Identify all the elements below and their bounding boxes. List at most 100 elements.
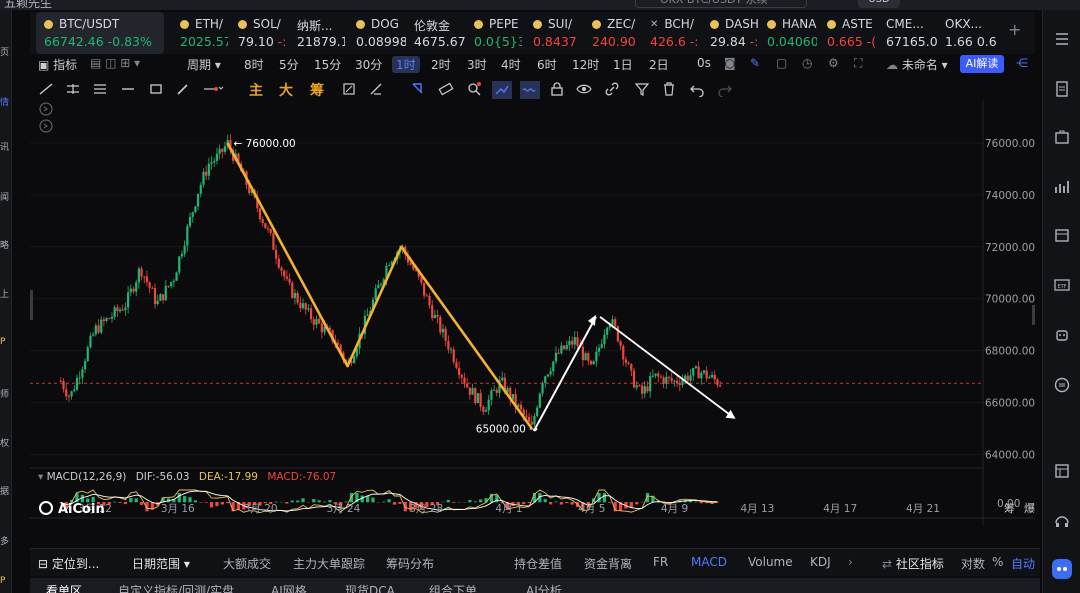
ticker-item[interactable]: ✕ BCH/426.6 -:	[650, 12, 698, 54]
price-chart[interactable]: ← 76000.00 65000.00 → 76000.00 74000.00 720…	[30, 100, 1035, 525]
left-nav-item[interactable]: P	[0, 576, 12, 586]
left-nav-item[interactable]: 据	[0, 484, 12, 497]
share-icon[interactable]: ⋲	[1016, 56, 1028, 70]
exchange-icon[interactable]	[1053, 376, 1071, 394]
left-nav-item[interactable]: 上	[0, 287, 12, 300]
indicator-tab[interactable]: 主力大单跟踪	[293, 555, 365, 572]
indicator-tab[interactable]: 大额成交	[223, 555, 271, 572]
log-scale-toggle[interactable]: 对数	[961, 555, 985, 572]
growth-chart-icon[interactable]	[1053, 178, 1071, 196]
brush-icon[interactable]	[175, 81, 191, 97]
zoom-icon[interactable]	[466, 81, 482, 97]
currency-select[interactable]: USD	[858, 0, 900, 8]
interval-12h[interactable]: 12时	[572, 56, 599, 73]
ticker-item[interactable]: ETH/2025.57	[180, 12, 228, 54]
tab-combo-order[interactable]: 组合下单	[429, 582, 477, 593]
ray-icon[interactable]	[120, 81, 136, 97]
comment-icon[interactable]: ▢	[776, 56, 787, 70]
seconds-toggle[interactable]: 0s	[697, 56, 711, 70]
main-force-button[interactable]: 主	[249, 80, 263, 100]
ticker-item[interactable]: PEPE0.0{5}33	[474, 12, 522, 54]
cycle-icon[interactable]	[341, 81, 357, 97]
layout-name-button[interactable]: ☁ 未命名 ▾	[886, 56, 948, 73]
indicator-tab[interactable]: 筹码分布	[386, 555, 434, 572]
ticker-item[interactable]: BTC/USDT 66742.46 -0.83%	[36, 12, 164, 54]
large-order-button[interactable]: 大	[279, 80, 293, 100]
ticker-item[interactable]: ZEC/240.90	[592, 12, 640, 54]
tab-order-view[interactable]: 看单区	[46, 582, 82, 593]
trash-icon[interactable]	[661, 81, 677, 97]
community-indicator-button[interactable]: ⇄ 社区指标	[882, 555, 944, 572]
left-nav-item[interactable]: 权	[0, 436, 12, 449]
robot-icon[interactable]	[1053, 326, 1071, 344]
assistant-icon[interactable]	[1051, 558, 1073, 580]
rectangle-icon[interactable]	[148, 81, 164, 97]
chevron-right-icon[interactable]: ›	[848, 555, 853, 569]
ticker-item[interactable]: 纳斯... 21879.1	[297, 12, 345, 54]
interval-2h[interactable]: 2时	[431, 56, 451, 73]
tab-custom-indicator[interactable]: 自定义指标/回测/实盘	[118, 582, 234, 593]
interval-3h[interactable]: 3时	[467, 56, 487, 73]
indicator-button[interactable]: ▣ 指标	[38, 56, 77, 73]
left-nav-item[interactable]: 闻	[0, 190, 12, 203]
hline-icon[interactable]	[65, 81, 81, 97]
layout-icon[interactable]	[1053, 462, 1071, 480]
ticker-item[interactable]: SUI/0.8437	[533, 12, 579, 54]
interval-6h[interactable]: 6时	[537, 56, 557, 73]
indicator-tab[interactable]: FR	[653, 555, 668, 569]
tab-spot-dca[interactable]: 现货DCA	[345, 582, 395, 593]
trendline-icon[interactable]	[38, 81, 54, 97]
ruler-icon[interactable]	[438, 81, 454, 97]
auto-scale-toggle[interactable]: 自动	[1011, 555, 1035, 572]
interval-30m[interactable]: 30分	[355, 56, 382, 73]
period-button[interactable]: 周期 ▾	[187, 56, 221, 73]
camera-icon[interactable]: ◙	[724, 56, 736, 70]
interval-1h[interactable]: 1时	[392, 56, 420, 73]
chips-button[interactable]: 筹	[310, 80, 324, 100]
interval-4h[interactable]: 4时	[501, 56, 521, 73]
tab-ai-analysis[interactable]: AI分析	[526, 582, 562, 593]
interval-8h[interactable]: 8时	[244, 56, 264, 73]
ticker-item[interactable]: OKX... 1.66 0.6	[945, 12, 1005, 54]
indicator-tab[interactable]: Volume	[748, 555, 793, 569]
briefcase-icon[interactable]	[1053, 128, 1071, 146]
list-icon[interactable]	[1053, 30, 1071, 48]
filter-icon[interactable]	[634, 81, 650, 97]
calendar-icon[interactable]	[1053, 226, 1071, 244]
interval-5m[interactable]: 5分	[279, 56, 299, 73]
magnet-draw-icon[interactable]	[492, 81, 512, 99]
left-nav-item[interactable]: 情	[0, 95, 12, 108]
pen-icon[interactable]: ✎	[750, 56, 760, 70]
indicator-tab[interactable]: 资金背离	[584, 555, 632, 572]
percent-toggle[interactable]: %	[992, 555, 1003, 569]
link-icon[interactable]	[604, 81, 620, 97]
interval-2d[interactable]: 2日	[649, 56, 669, 73]
left-scroll-handle[interactable]	[30, 290, 33, 320]
eye-icon[interactable]	[576, 81, 592, 97]
left-nav-item[interactable]: 讯	[0, 140, 12, 153]
locate-button[interactable]: ⊟ 定位到...	[38, 555, 99, 572]
indicator-tab[interactable]: KDJ	[810, 555, 831, 569]
document-icon[interactable]	[1053, 80, 1071, 98]
left-nav-item[interactable]: P	[0, 337, 12, 347]
settings-icon[interactable]: ⚙	[828, 56, 839, 70]
toolbar-icons[interactable]: ▤ ◫ ⊞ ▾	[90, 56, 140, 70]
timer-icon[interactable]: ◷	[802, 56, 812, 70]
undo-icon[interactable]	[689, 81, 705, 97]
indicator-tab[interactable]: 持仓差值	[514, 555, 562, 572]
ticker-item[interactable]: ASTE0.665 -(	[827, 12, 875, 54]
select-cursor-icon[interactable]	[410, 81, 426, 97]
interval-15m[interactable]: 15分	[314, 56, 341, 73]
channel-icon[interactable]	[92, 81, 108, 97]
ticker-item[interactable]: 伦敦金 4675.67	[414, 12, 469, 54]
right-scroll-handle[interactable]	[1032, 305, 1035, 325]
ticker-item[interactable]: SOL/79.10 -:	[238, 12, 290, 54]
left-nav-item[interactable]: 页	[0, 45, 12, 58]
date-range-button[interactable]: 日期范围 ▾	[132, 555, 190, 572]
search-input[interactable]: OKX BTC/USDT 永续	[635, 0, 807, 8]
left-nav-item[interactable]: 多	[0, 534, 12, 547]
ai-analyze-button[interactable]: AI解读	[960, 55, 1004, 73]
measure-icon[interactable]	[368, 81, 384, 97]
left-nav-item[interactable]: 师	[0, 387, 12, 400]
interval-1d[interactable]: 1日	[613, 56, 633, 73]
